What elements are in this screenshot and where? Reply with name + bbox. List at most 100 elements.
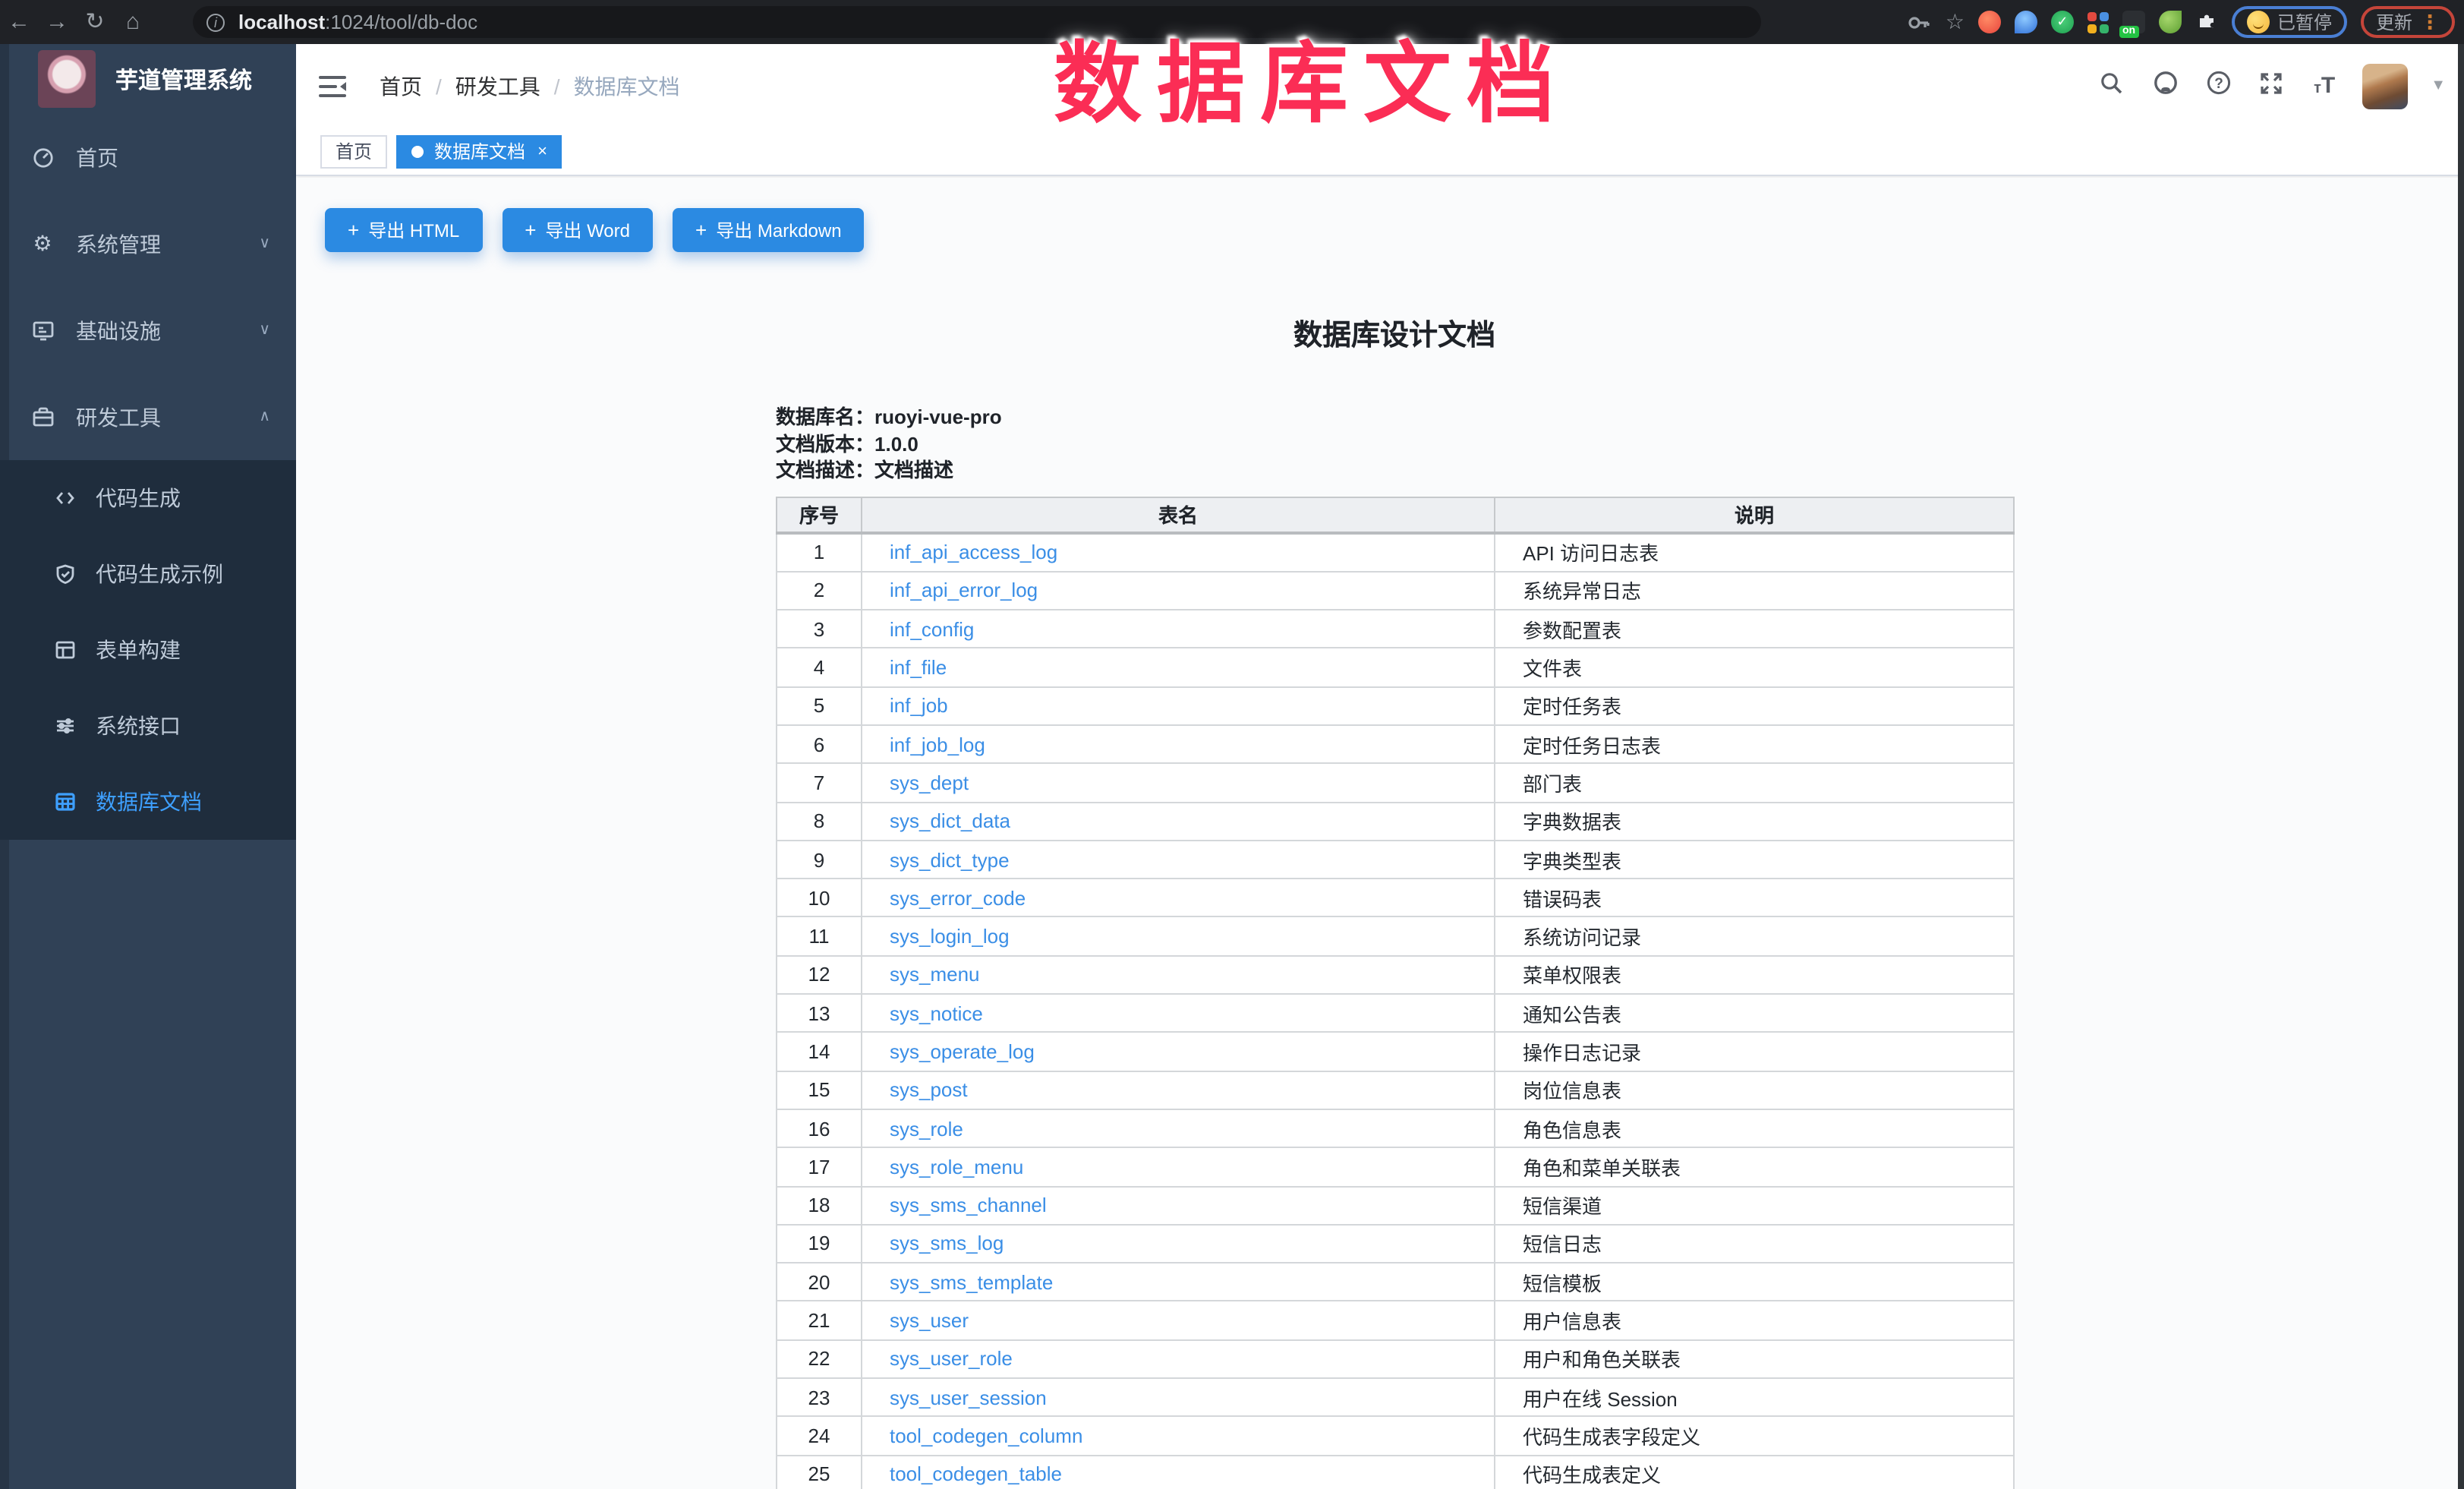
table-name-link[interactable]: inf_api_access_log [890,541,1057,564]
table-name-link[interactable]: tool_codegen_table [890,1463,1062,1486]
table-name-link[interactable]: sys_dict_type [890,848,1010,871]
export-html-button[interactable]: + 导出 HTML [325,208,482,252]
site-info-icon[interactable]: i [206,13,225,31]
reload-icon[interactable]: ↻ [76,0,114,44]
table-body: 1 inf_api_access_log API 访问日志表 2 inf_api… [777,533,2014,1489]
home-icon[interactable]: ⌂ [114,0,152,44]
sidebar-item-db-doc[interactable]: 数据库文档 [0,764,296,840]
table-desc: 定时任务表 [1495,686,2014,725]
table-desc: 代码生成表定义 [1495,1455,2014,1489]
sidebar-item-infra[interactable]: 基础设施 ∨ [0,287,296,374]
browser-menu-icon[interactable]: ⋮ [2420,12,2440,32]
table-name-link[interactable]: tool_codegen_column [890,1424,1082,1447]
row-number: 25 [777,1455,862,1489]
table-name-link[interactable]: inf_api_error_log [890,579,1038,602]
extension-icon[interactable] [2087,11,2109,33]
shield-check-icon [53,563,76,585]
table-desc: 系统异常日志 [1495,572,2014,610]
help-icon[interactable]: ? [2203,70,2233,102]
table-row: 5 inf_job 定时任务表 [777,686,2014,725]
sidebar-item-codegen[interactable]: 代码生成 [0,460,296,536]
collapse-sidebar-icon[interactable] [319,75,346,96]
table-name-link[interactable]: sys_dept [890,771,969,794]
table-row: 12 sys_menu 菜单权限表 [777,956,2014,995]
code-icon [53,487,76,509]
breadcrumb-home[interactable]: 首页 [380,71,422,101]
row-number: 24 [777,1417,862,1456]
table-name-link[interactable]: inf_job_log [890,733,985,756]
tag-db-doc[interactable]: 数据库文档 × [396,134,562,168]
sidebar-item-api[interactable]: 系统接口 [0,688,296,764]
github-icon[interactable] [2150,70,2180,102]
table-row: 10 sys_error_code 错误码表 [777,879,2014,917]
table-name-link[interactable]: sys_role_menu [890,1156,1023,1178]
profile-paused-chip[interactable]: 已暂停 [2232,6,2347,38]
key-icon[interactable] [1908,10,1932,34]
search-icon[interactable] [2097,71,2127,101]
font-size-icon[interactable]: тT [2309,73,2340,99]
extension-icon[interactable]: on [2122,11,2145,33]
table-desc: 字典类型表 [1495,841,2014,879]
table-desc: 文件表 [1495,648,2014,687]
close-tag-icon[interactable]: × [537,142,547,160]
row-number: 12 [777,956,862,995]
sidebar: 芋道管理系统 首页 ⚙ 系统管理 ∨ 基础 [0,44,296,1489]
table-name-link[interactable]: sys_login_log [890,925,1010,948]
sidebar-item-codegen-demo[interactable]: 代码生成示例 [0,536,296,612]
table-name-link[interactable]: sys_dict_data [890,809,1010,832]
sidebar-item-form-builder[interactable]: 表单构建 [0,612,296,688]
table-name-link[interactable]: sys_operate_log [890,1040,1035,1063]
table-name-link[interactable]: sys_post [890,1079,968,1102]
table-desc: 用户在线 Session [1495,1378,2014,1417]
table-row: 21 sys_user 用户信息表 [777,1301,2014,1340]
table-name-link[interactable]: sys_sms_log [890,1232,1004,1255]
table-name-link[interactable]: sys_sms_channel [890,1194,1047,1216]
table-desc: 短信日志 [1495,1225,2014,1263]
table-name-link[interactable]: inf_file [890,656,947,679]
devtools-submenu: 代码生成 代码生成示例 表单构建 [0,460,296,840]
extensions-puzzle-icon[interactable] [2195,11,2218,33]
table-name-link[interactable]: sys_user [890,1309,969,1332]
table-name-link[interactable]: sys_user_session [890,1386,1047,1409]
table-name-link[interactable]: sys_notice [890,1002,983,1024]
table-name-link[interactable]: sys_error_code [890,887,1026,910]
fullscreen-icon[interactable] [2256,71,2286,101]
table-desc: 代码生成表字段定义 [1495,1417,2014,1456]
table-name-link[interactable]: inf_job [890,695,948,718]
table-desc: 菜单权限表 [1495,956,2014,995]
export-word-button[interactable]: + 导出 Word [502,208,653,252]
forward-icon[interactable]: → [38,0,76,44]
extension-icon[interactable] [2015,11,2037,33]
table-row: 14 sys_operate_log 操作日志记录 [777,1033,2014,1071]
sidebar-item-system[interactable]: ⚙ 系统管理 ∨ [0,200,296,287]
gear-icon: ⚙ [30,232,55,256]
sidebar-item-devtools[interactable]: 研发工具 ∧ [0,374,296,460]
table-name-link[interactable]: sys_role [890,1117,963,1140]
table-name-link[interactable]: inf_config [890,617,974,640]
row-number: 9 [777,841,862,879]
browser-update-chip[interactable]: 更新 ⋮ [2361,6,2455,38]
table-name-link[interactable]: sys_user_role [890,1348,1013,1371]
extension-icon[interactable]: ✓ [2051,11,2074,33]
tag-home[interactable]: 首页 [320,134,387,168]
table-row: 15 sys_post 岗位信息表 [777,1071,2014,1109]
back-icon[interactable]: ← [0,0,38,44]
extension-icon[interactable] [2159,11,2182,33]
table-desc: 定时任务日志表 [1495,725,2014,764]
table-row: 9 sys_dict_type 字典类型表 [777,841,2014,879]
table-row: 8 sys_dict_data 字典数据表 [777,802,2014,841]
export-markdown-button[interactable]: + 导出 Markdown [673,208,865,252]
user-avatar[interactable] [2362,63,2408,109]
table-row: 6 inf_job_log 定时任务日志表 [777,725,2014,764]
page-scrollbar[interactable] [2458,44,2464,1489]
breadcrumb-tools[interactable]: 研发工具 [455,71,540,101]
row-number: 5 [777,686,862,725]
user-menu-caret-icon[interactable]: ▼ [2431,77,2446,94]
bookmark-star-icon[interactable]: ☆ [1946,9,1965,35]
row-number: 16 [777,1109,862,1148]
app-logo[interactable]: 芋道管理系统 [0,44,296,114]
table-name-link[interactable]: sys_sms_template [890,1271,1053,1294]
extension-icon[interactable] [1978,11,2001,33]
sidebar-item-home[interactable]: 首页 [0,114,296,200]
table-name-link[interactable]: sys_menu [890,964,980,986]
